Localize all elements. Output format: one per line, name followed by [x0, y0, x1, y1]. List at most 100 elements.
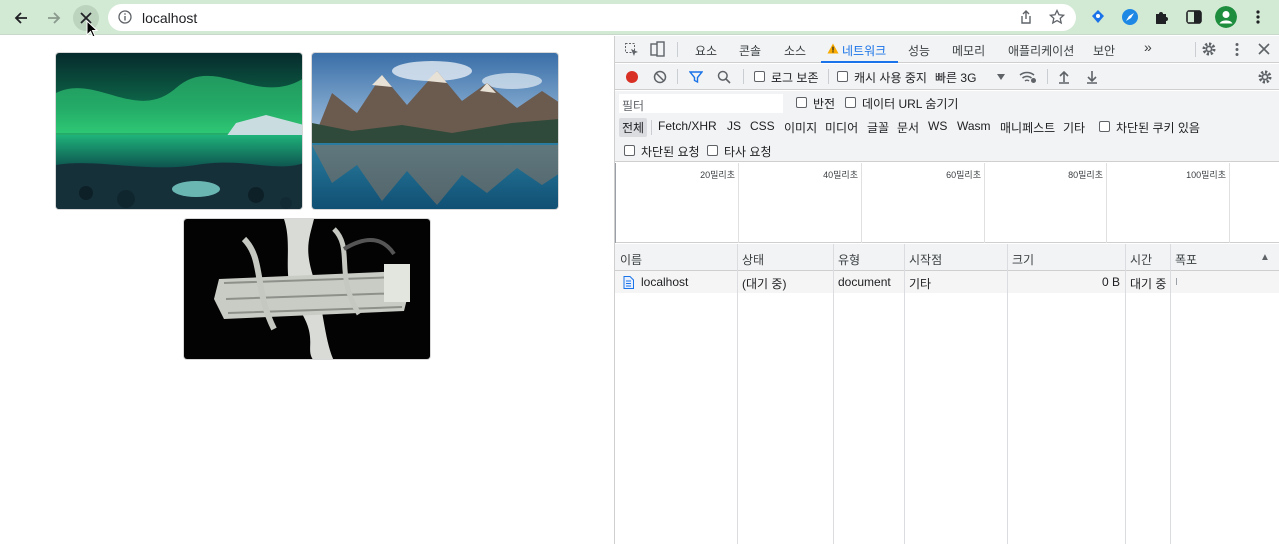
import-har-icon[interactable] [1058, 70, 1070, 84]
table-header: 이름 상태 유형 시작점 크기 시간 폭포 ▲ [615, 244, 1279, 271]
type-filter-css[interactable]: CSS [747, 118, 778, 134]
profile-avatar-icon[interactable] [1215, 6, 1237, 28]
clear-icon[interactable] [653, 70, 667, 84]
network-conditions-icon[interactable] [1019, 70, 1037, 84]
column-header-initiator[interactable]: 시작점 [909, 251, 942, 268]
timeline-gridline [861, 163, 862, 243]
type-filter-all[interactable]: 전체 [619, 118, 648, 137]
column-divider [1170, 244, 1171, 544]
request-type: document [838, 275, 891, 289]
type-filter-image[interactable]: 이미지 [781, 118, 820, 137]
forward-button[interactable] [41, 5, 67, 31]
timeline-gridline [1229, 163, 1230, 243]
browser-menu-icon[interactable] [1249, 8, 1267, 26]
tab-network[interactable]: 네트워크 [842, 42, 886, 59]
selected-tab-indicator [821, 61, 898, 63]
back-button[interactable] [8, 5, 34, 31]
dropdown-arrow-icon[interactable] [997, 74, 1005, 80]
tab-sources[interactable]: 소스 [784, 42, 806, 59]
more-tabs-button[interactable]: » [1144, 39, 1152, 55]
filter-placeholder: 필터 [622, 99, 645, 113]
warning-icon [827, 43, 839, 54]
inspect-element-icon[interactable] [624, 42, 639, 57]
column-header-type[interactable]: 유형 [838, 251, 860, 268]
preserve-log-checkbox[interactable] [754, 71, 765, 82]
throttling-select[interactable]: 빠른 3G [935, 69, 976, 86]
devtools-tab-bar: 요소 콘솔 소스 네트워크 성능 메모리 애플리케이션 보안 » [615, 36, 1279, 63]
filter-bar: 필터 반전 데이터 URL 숨기기 전체 Fetch/XHR JS CSS 이미… [615, 91, 1279, 162]
disable-cache-label[interactable]: 캐시 사용 중지 [854, 69, 927, 86]
blocked-requests-checkbox[interactable] [624, 145, 635, 156]
tab-console[interactable]: 콘솔 [739, 42, 761, 59]
sort-ascending-icon[interactable]: ▲ [1260, 252, 1270, 263]
hide-data-urls-checkbox[interactable] [845, 97, 856, 108]
request-name[interactable]: localhost [641, 275, 688, 289]
column-header-time[interactable]: 시간 [1130, 251, 1152, 268]
tab-application[interactable]: 애플리케이션 [1008, 42, 1074, 59]
column-header-waterfall[interactable]: 폭포 [1175, 251, 1197, 268]
timeline-overview[interactable]: 20밀리초 40밀리초 60밀리초 80밀리초 100밀리초 [615, 163, 1279, 243]
timeline-tick-label: 60밀리초 [946, 170, 981, 180]
info-icon[interactable] [118, 10, 132, 24]
column-header-status[interactable]: 상태 [742, 251, 764, 268]
type-filter-font[interactable]: 글꼴 [864, 118, 892, 137]
timeline-start-marker [615, 163, 616, 243]
export-har-icon[interactable] [1086, 70, 1098, 84]
bookmark-star-icon[interactable] [1049, 9, 1065, 25]
kebab-menu-icon[interactable] [1231, 42, 1243, 57]
type-filter-doc[interactable]: 문서 [894, 118, 922, 137]
invert-checkbox[interactable] [796, 97, 807, 108]
extension-tag-icon[interactable] [1089, 8, 1107, 26]
tab-elements[interactable]: 요소 [695, 42, 717, 59]
type-filter-fetch-xhr[interactable]: Fetch/XHR [655, 118, 720, 134]
address-bar[interactable]: localhost [108, 4, 1076, 31]
tab-security[interactable]: 보안 [1093, 42, 1115, 59]
tab-performance[interactable]: 성능 [908, 42, 930, 59]
network-settings-gear-icon[interactable] [1257, 69, 1273, 85]
request-initiator: 기타 [909, 277, 932, 291]
close-devtools-icon[interactable] [1258, 43, 1270, 55]
timeline-tick-label: 20밀리초 [700, 170, 735, 180]
timeline-tick-label: 80밀리초 [1068, 170, 1103, 180]
column-header-name[interactable]: 이름 [620, 251, 642, 268]
search-icon[interactable] [717, 70, 731, 84]
table-row[interactable]: localhost (대기 중) document 기타 0 B 대기 중 [615, 271, 1279, 293]
blocked-cookies-checkbox[interactable] [1099, 121, 1110, 132]
divider [743, 69, 744, 84]
timeline-tick-label: 40밀리초 [823, 170, 858, 180]
blocked-requests-label[interactable]: 차단된 요청 [641, 143, 700, 160]
timeline-gridline [1106, 163, 1107, 243]
column-divider [1125, 244, 1126, 544]
device-toolbar-icon[interactable] [650, 41, 665, 57]
record-icon[interactable] [625, 70, 639, 84]
tab-memory[interactable]: 메모리 [952, 42, 985, 59]
column-header-size[interactable]: 크기 [1012, 251, 1034, 268]
url-text[interactable]: localhost [142, 10, 197, 26]
type-filter-wasm[interactable]: Wasm [954, 118, 994, 134]
extensions-puzzle-icon[interactable] [1153, 8, 1171, 26]
extension-compass-icon[interactable] [1121, 8, 1139, 26]
invert-label[interactable]: 반전 [813, 95, 835, 112]
blocked-cookies-label[interactable]: 차단된 쿠키 있음 [1116, 119, 1200, 136]
filter-input[interactable]: 필터 [619, 94, 783, 113]
disable-cache-checkbox[interactable] [837, 71, 848, 82]
page-viewport [0, 36, 614, 544]
share-icon[interactable] [1018, 9, 1034, 25]
filter-funnel-icon[interactable] [689, 70, 703, 84]
mountain-lake-image [311, 52, 559, 210]
side-panel-icon[interactable] [1185, 8, 1203, 26]
requests-table: 이름 상태 유형 시작점 크기 시간 폭포 ▲ localhost (대기 중)… [615, 244, 1279, 544]
timeline-tick-label: 100밀리초 [1186, 170, 1226, 180]
settings-gear-icon[interactable] [1201, 41, 1217, 57]
third-party-label[interactable]: 타사 요청 [724, 143, 772, 160]
third-party-checkbox[interactable] [707, 145, 718, 156]
type-filter-media[interactable]: 미디어 [822, 118, 861, 137]
type-filter-manifest[interactable]: 매니페스트 [997, 118, 1058, 137]
type-filter-ws[interactable]: WS [925, 118, 950, 134]
devtools-panel: 요소 콘솔 소스 네트워크 성능 메모리 애플리케이션 보안 » 로그 보존 캐… [614, 36, 1279, 544]
type-filter-js[interactable]: JS [724, 118, 744, 134]
hide-data-urls-label[interactable]: 데이터 URL 숨기기 [862, 95, 958, 112]
preserve-log-label[interactable]: 로그 보존 [771, 69, 819, 86]
request-status: (대기 중) [742, 277, 787, 291]
type-filter-other[interactable]: 기타 [1060, 118, 1088, 137]
